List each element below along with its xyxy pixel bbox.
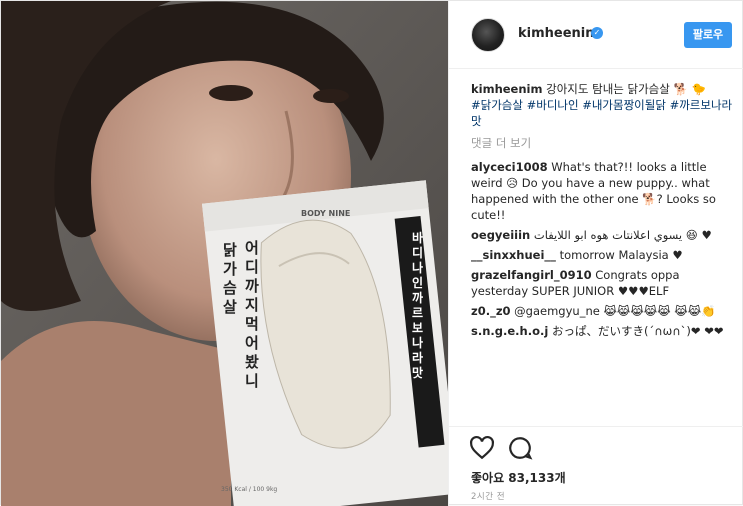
caption-username[interactable]: kimheenim (471, 82, 542, 96)
comment-username[interactable]: z0._z0 (471, 304, 511, 318)
caption-text: 강아지도 탐내는 닭가슴살 (546, 82, 670, 96)
comment-item: grazelfangirl_0910 Congrats oppa yesterd… (471, 267, 733, 299)
comment-username[interactable]: oegyeiiin (471, 228, 530, 242)
card-mid-text: 어디까지먹어봤니 (245, 239, 259, 390)
post-photo[interactable]: BODY NINE 350 Kcal / 100 9kg 닭가슴살 어디까지먹어… (1, 1, 448, 506)
card-left-text: 닭가슴살 (223, 241, 237, 316)
post-actions: 좋아요 83,133개 2시간 전 (449, 426, 743, 506)
card-footer: 350 Kcal / 100 9kg (221, 486, 277, 493)
chick-emoji-icon: 🐤 (691, 82, 706, 96)
comment-text: おっぱ、だいすき(´∩ω∩`)❤ ❤❤ (551, 324, 724, 338)
comment-text: tomorrow Malaysia ♥ (559, 248, 683, 262)
card-brand: BODY NINE (301, 209, 350, 218)
comment-item: s.n.g.e.h.o.j おっぱ、だいすき(´∩ω∩`)❤ ❤❤ (471, 323, 733, 339)
heart-icon[interactable] (469, 435, 495, 461)
card-right-text: 바디나인 까르보나라맛 (412, 231, 424, 380)
load-more-comments-link[interactable]: 댓글 더 보기 (471, 135, 733, 151)
post-sidebar: kimheenim ✓ 팔로우 kimheenim 강아지도 탐내는 닭가슴살 … (448, 1, 743, 506)
likes-count[interactable]: 좋아요 83,133개 (471, 469, 566, 486)
comment-text: @gaemgyu_ne 😹😹😹😹😹 😹😹👏 (514, 304, 716, 318)
comment-item: oegyeiiin يسوي اعلانتات هوه ابو اللايفات… (471, 227, 733, 243)
comment-item: alyceci1008 What's that?!! looks a littl… (471, 159, 733, 223)
avatar[interactable] (471, 18, 505, 52)
comment-username[interactable]: s.n.g.e.h.o.j (471, 324, 548, 338)
comments-list: kimheenim 강아지도 탐내는 닭가슴살 🐕 🐤 #닭가슴살 #바디나인 … (471, 81, 733, 411)
header-username[interactable]: kimheenim (518, 26, 599, 41)
post-header: kimheenim ✓ 팔로우 (449, 1, 743, 69)
comment-item: __sinxxhuei__ tomorrow Malaysia ♥ (471, 247, 733, 263)
comment-icon[interactable] (507, 435, 533, 461)
dog-emoji-icon: 🐕 (673, 82, 688, 96)
comment-username[interactable]: grazelfangirl_0910 (471, 268, 592, 282)
comment-username[interactable]: alyceci1008 (471, 160, 548, 174)
comment-username[interactable]: __sinxxhuei__ (471, 248, 556, 262)
verified-badge-icon: ✓ (591, 27, 603, 39)
caption: kimheenim 강아지도 탐내는 닭가슴살 🐕 🐤 #닭가슴살 #바디나인 … (471, 81, 733, 129)
comment-text: يسوي اعلانتات هوه ابو اللايفات 😆 ♥ (533, 228, 712, 242)
follow-button[interactable]: 팔로우 (684, 22, 732, 48)
caption-hashtags[interactable]: #닭가슴살 #바디나인 #내가몸짱이될닭 #까르보나라맛 (471, 97, 733, 129)
post-timestamp[interactable]: 2시간 전 (471, 490, 505, 502)
comment-item: z0._z0 @gaemgyu_ne 😹😹😹😹😹 😹😹👏 (471, 303, 733, 319)
instagram-post: BODY NINE 350 Kcal / 100 9kg 닭가슴살 어디까지먹어… (0, 0, 743, 506)
